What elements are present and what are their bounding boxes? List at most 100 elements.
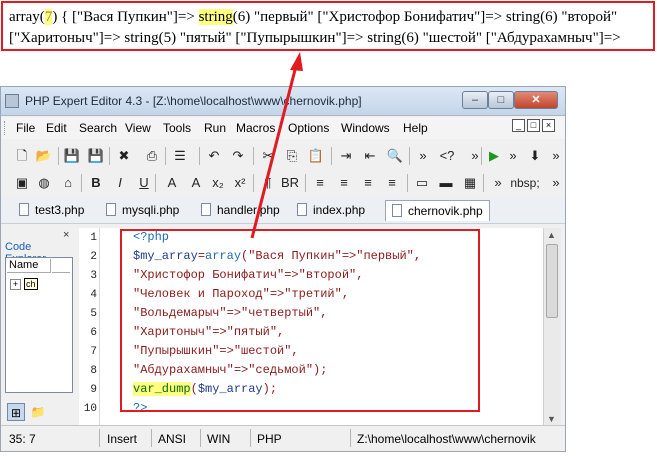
align-right-icon[interactable]: ≡ xyxy=(359,174,377,192)
line-number: 3 xyxy=(90,270,97,282)
scroll-down-icon[interactable]: ▼ xyxy=(547,414,556,424)
menu-options[interactable]: Options xyxy=(288,121,329,135)
line-number: 5 xyxy=(90,308,97,320)
line-number: 8 xyxy=(90,365,97,377)
folder-icon[interactable]: 📁 xyxy=(29,403,47,421)
nbsp-icon[interactable]: nbsp; xyxy=(507,174,543,192)
indent-icon[interactable]: ⇥ xyxy=(337,147,355,165)
font-smaller-icon[interactable]: A xyxy=(187,174,205,192)
column-header-name[interactable]: Name xyxy=(7,259,51,273)
maximize-button[interactable]: □ xyxy=(488,91,514,109)
window-icon[interactable]: ▭ xyxy=(413,174,431,192)
php-tag-icon[interactable]: <? xyxy=(438,147,456,165)
close-icon[interactable]: × xyxy=(63,229,69,241)
menu-tools[interactable]: Tools xyxy=(163,121,191,135)
menu-file[interactable]: File xyxy=(16,121,35,135)
more-icon[interactable]: » xyxy=(547,174,565,192)
menu-bar: File Edit Search View Tools Run Macros O… xyxy=(1,117,565,139)
menu-edit[interactable]: Edit xyxy=(46,121,67,135)
outdent-icon[interactable]: ⇤ xyxy=(361,147,379,165)
line-break-icon[interactable]: BR xyxy=(281,174,299,192)
tree-node[interactable]: + ch xyxy=(10,278,38,290)
undo-icon[interactable]: ↶ xyxy=(205,147,223,165)
tab-test3[interactable]: test3.php xyxy=(19,200,84,221)
tree-view-icon[interactable]: ⊞ xyxy=(7,403,25,421)
line-number: 4 xyxy=(90,289,97,301)
image-icon[interactable]: ▦ xyxy=(461,174,479,192)
align-left-icon[interactable]: ≡ xyxy=(311,174,329,192)
copy-icon[interactable]: ⎘ xyxy=(283,147,301,165)
tab-mysqli[interactable]: mysqli.php xyxy=(106,200,179,221)
scroll-up-icon[interactable]: ▲ xyxy=(547,230,556,240)
underline-icon[interactable]: U xyxy=(135,174,153,192)
menu-help[interactable]: Help xyxy=(403,121,428,135)
file-icon xyxy=(19,203,29,216)
input-icon[interactable]: ▬ xyxy=(437,174,455,192)
superscript-icon[interactable]: x² xyxy=(231,174,249,192)
save-all-icon[interactable]: 💾 xyxy=(87,147,105,165)
output-segment: array( xyxy=(9,9,45,25)
column-header-other[interactable] xyxy=(52,259,70,273)
run-icon[interactable]: ▶ xyxy=(485,147,503,165)
close-file-icon[interactable]: ✖ xyxy=(115,147,133,165)
new-file-icon[interactable]: 🗋 xyxy=(13,147,31,165)
menu-windows[interactable]: Windows xyxy=(341,121,390,135)
more-icon[interactable]: » xyxy=(504,147,522,165)
toolbar-separator xyxy=(155,174,156,192)
menu-macros[interactable]: Macros xyxy=(236,121,275,135)
image-icon[interactable]: ▣ xyxy=(13,174,31,192)
expand-icon[interactable]: + xyxy=(10,279,21,290)
cut-icon[interactable]: ✂ xyxy=(259,147,277,165)
minimize-button[interactable]: – xyxy=(462,91,488,109)
menu-search[interactable]: Search xyxy=(79,121,117,135)
more-icon[interactable]: » xyxy=(489,174,507,192)
standard-toolbar: 🗋 📂 💾 💾 ✖ ⎙ ☰ ↶ ↷ ✂ ⎘ 📋 ⇥ ⇤ 🔍» <?» ▶» ⬇» xyxy=(1,143,565,169)
code-explorer-tree[interactable]: Name + ch xyxy=(5,257,73,393)
app-icon[interactable] xyxy=(5,94,19,108)
scrollbar-thumb[interactable] xyxy=(546,244,558,318)
file-icon xyxy=(392,204,402,217)
link-icon[interactable]: ⌂ xyxy=(59,174,77,192)
save-icon[interactable]: 💾 xyxy=(63,147,81,165)
globe-icon[interactable]: ◍ xyxy=(35,174,53,192)
toolbar-separator xyxy=(199,147,200,165)
tab-chernovik[interactable]: chernovik.php xyxy=(385,200,490,221)
file-icon xyxy=(201,203,211,216)
justify-icon[interactable]: ≡ xyxy=(383,174,401,192)
more-icon[interactable]: » xyxy=(414,147,432,165)
file-icon xyxy=(297,203,307,216)
more-icon[interactable]: » xyxy=(547,147,565,165)
line-number: 6 xyxy=(90,327,97,339)
vertical-scrollbar[interactable]: ▲ ▼ xyxy=(543,228,561,427)
mdi-minimize-button[interactable]: _ xyxy=(512,119,525,132)
debug-icon[interactable]: ⬇ xyxy=(526,147,544,165)
find-icon[interactable]: 🔍 xyxy=(386,147,404,165)
bold-icon[interactable]: B xyxy=(87,174,105,192)
list-icon[interactable]: ☰ xyxy=(171,147,189,165)
print-icon[interactable]: ⎙ xyxy=(143,147,161,165)
tab-label: handler.php xyxy=(217,203,280,217)
menu-view[interactable]: View xyxy=(125,121,151,135)
menu-run[interactable]: Run xyxy=(204,121,226,135)
subscript-icon[interactable]: x₂ xyxy=(209,174,227,192)
open-folder-icon[interactable]: 📂 xyxy=(35,147,53,165)
line-number-gutter: 1 2 3 4 5 6 7 8 9 10 xyxy=(79,228,100,427)
mdi-restore-button[interactable]: □ xyxy=(527,119,540,132)
close-button[interactable]: ✕ xyxy=(514,91,558,109)
redo-icon[interactable]: ↷ xyxy=(229,147,247,165)
menu-grip[interactable] xyxy=(4,121,8,135)
toolbar-separator xyxy=(305,174,306,192)
font-larger-icon[interactable]: A xyxy=(163,174,181,192)
language: PHP xyxy=(257,432,282,446)
mdi-close-button[interactable]: × xyxy=(542,119,555,132)
output-segment: string xyxy=(198,9,233,25)
paragraph-icon[interactable]: ¶ xyxy=(259,174,277,192)
output-segment: ) { ["Вася Пупкин"]=> xyxy=(52,9,199,25)
italic-icon[interactable]: I xyxy=(111,174,129,192)
align-center-icon[interactable]: ≡ xyxy=(335,174,353,192)
tab-index[interactable]: index.php xyxy=(297,200,365,221)
paste-icon[interactable]: 📋 xyxy=(307,147,325,165)
output-segment: (6) "первый" ["Христофор Бонифатич"]=> s… xyxy=(232,9,618,25)
tab-handler[interactable]: handler.php xyxy=(201,200,280,221)
title-bar[interactable]: PHP Expert Editor 4.3 - [Z:\home\localho… xyxy=(1,87,565,116)
